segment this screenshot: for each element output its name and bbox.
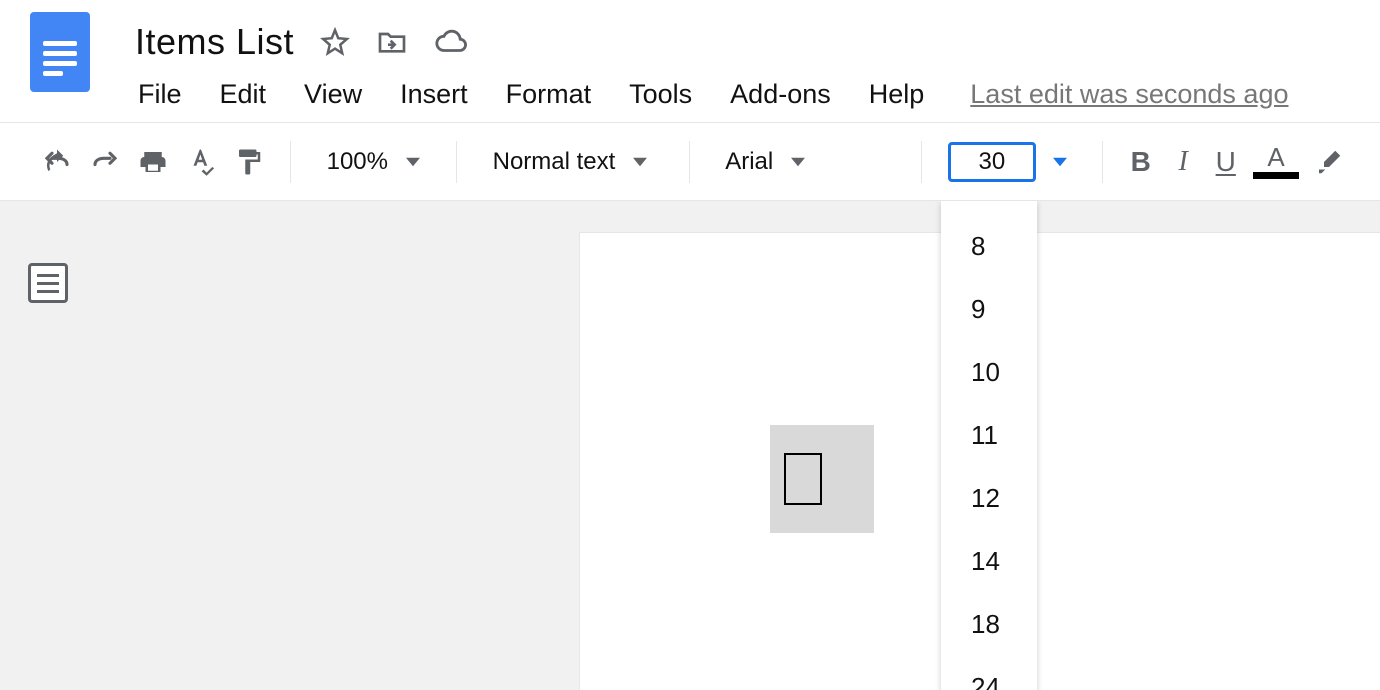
paragraph-style-dropdown[interactable]: Normal text [483, 148, 663, 176]
document-title[interactable]: Items List [135, 21, 294, 63]
highlight-button[interactable] [1314, 142, 1344, 182]
text-color-button[interactable]: A [1256, 142, 1296, 182]
font-size-control [948, 142, 1076, 182]
spellcheck-icon[interactable] [186, 142, 216, 182]
font-size-dropdown-menu: 8 9 10 11 12 14 18 24 [941, 201, 1037, 690]
font-size-option[interactable]: 10 [941, 341, 1037, 404]
font-size-option[interactable]: 8 [941, 215, 1037, 278]
zoom-dropdown[interactable]: 100% [317, 148, 430, 176]
paint-format-icon[interactable] [234, 142, 264, 182]
chevron-down-icon [633, 148, 647, 176]
font-size-option[interactable]: 24 [941, 656, 1037, 690]
menu-bar: File Edit View Insert Format Tools Add-o… [120, 79, 1380, 110]
toolbar-separator [290, 141, 291, 183]
bold-button[interactable]: B [1128, 142, 1153, 182]
menu-edit[interactable]: Edit [220, 79, 267, 110]
font-size-option[interactable]: 18 [941, 593, 1037, 656]
redo-icon[interactable] [90, 142, 120, 182]
chevron-down-icon [791, 148, 805, 176]
print-icon[interactable] [138, 142, 168, 182]
menu-help[interactable]: Help [869, 79, 925, 110]
font-size-dropdown-toggle[interactable] [1044, 146, 1076, 178]
font-dropdown[interactable]: Arial [715, 148, 895, 176]
text-cursor-box [784, 453, 822, 505]
toolbar-separator [456, 141, 457, 183]
font-size-option[interactable]: 11 [941, 404, 1037, 467]
logo-wrap [0, 0, 120, 122]
toolbar-separator [1102, 141, 1103, 183]
menu-insert[interactable]: Insert [400, 79, 468, 110]
toolbar: 100% Normal text Arial B I U A [0, 123, 1380, 201]
menu-tools[interactable]: Tools [629, 79, 692, 110]
move-folder-icon[interactable] [376, 26, 408, 58]
menu-file[interactable]: File [138, 79, 182, 110]
chevron-down-icon [406, 148, 420, 176]
undo-icon[interactable] [42, 142, 72, 182]
font-size-option[interactable]: 14 [941, 530, 1037, 593]
app-header: Items List File Edit View Insert Format … [0, 0, 1380, 123]
font-size-option[interactable]: 9 [941, 278, 1037, 341]
toolbar-separator [689, 141, 690, 183]
cloud-status-icon[interactable] [434, 25, 468, 59]
menu-format[interactable]: Format [506, 79, 592, 110]
title-row: Items List [120, 21, 1380, 63]
font-size-option[interactable]: 12 [941, 467, 1037, 530]
paragraph-style-value: Normal text [493, 148, 616, 176]
font-value: Arial [725, 148, 773, 176]
font-size-input[interactable] [948, 142, 1036, 182]
menu-addons[interactable]: Add-ons [730, 79, 831, 110]
toolbar-separator [921, 141, 922, 183]
underline-button[interactable]: U [1213, 142, 1238, 182]
document-outline-icon[interactable] [28, 263, 68, 303]
docs-logo-icon[interactable] [30, 12, 90, 92]
last-edit-link[interactable]: Last edit was seconds ago [970, 79, 1288, 110]
italic-button[interactable]: I [1171, 142, 1196, 182]
editor-canvas: 8 9 10 11 12 14 18 24 [0, 201, 1380, 690]
zoom-value: 100% [327, 148, 388, 176]
star-icon[interactable] [320, 27, 350, 57]
menu-view[interactable]: View [304, 79, 362, 110]
